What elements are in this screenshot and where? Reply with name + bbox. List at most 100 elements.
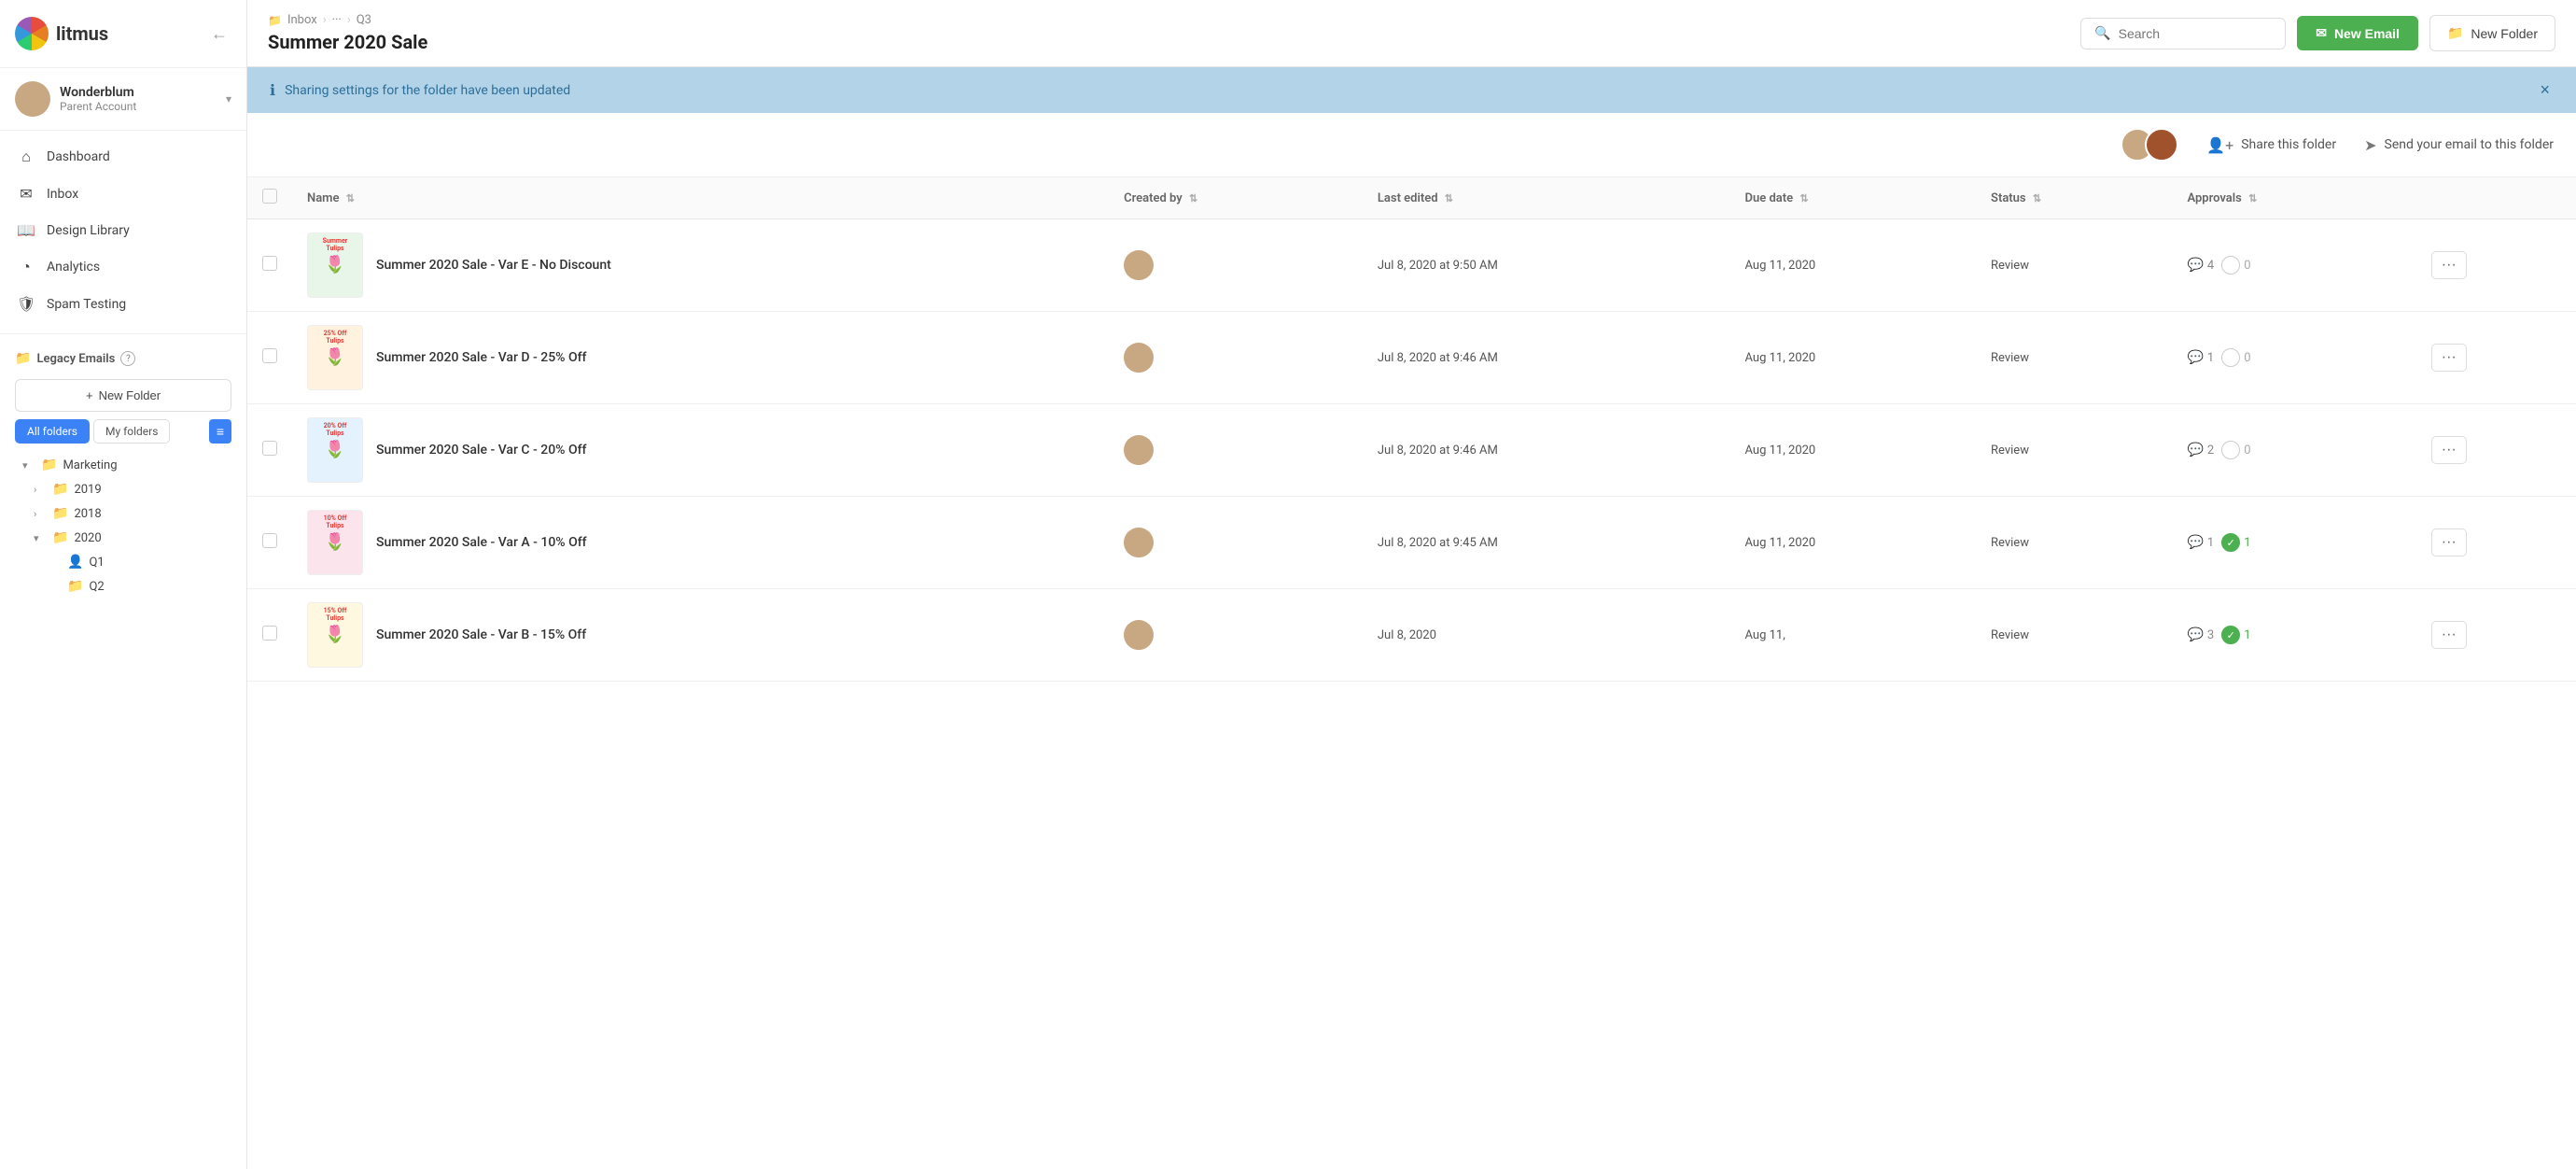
sidebar-item-design-library[interactable]: 📖 Design Library [0, 212, 246, 248]
row-name-cell: 10% Off Tulips 🌷 Summer 2020 Sale - Var … [292, 497, 1109, 589]
row-more-cell: ··· [2416, 589, 2576, 682]
row-checkbox-cell [247, 497, 292, 589]
all-folders-tab[interactable]: All folders [15, 419, 90, 444]
approve-button[interactable]: 0 [2221, 441, 2250, 459]
sidebar-item-dashboard[interactable]: ⌂ Dashboard [0, 138, 246, 176]
approve-button[interactable]: 0 [2221, 256, 2250, 275]
row-checkbox[interactable] [262, 626, 277, 641]
created-by-avatar [1124, 250, 1154, 280]
folder-label: Q1 [89, 556, 104, 570]
content-area: ℹ Sharing settings for the folder have b… [247, 67, 2576, 1169]
row-name-cell: 20% Off Tulips 🌷 Summer 2020 Sale - Var … [292, 404, 1109, 497]
email-name[interactable]: Summer 2020 Sale - Var D - 25% Off [376, 350, 586, 365]
notification-close-button[interactable]: × [2536, 80, 2554, 100]
folder-marketing[interactable]: ▾ 📁 Marketing [15, 453, 231, 477]
row-status-cell: Review [1976, 404, 2172, 497]
thumb-content: 10% Off Tulips 🌷 [308, 511, 362, 574]
header-approvals[interactable]: Approvals ⇅ [2172, 177, 2415, 219]
more-options-button[interactable]: ··· [2431, 528, 2467, 556]
approve-icon: ✓ [2221, 626, 2240, 644]
thumb-content: 15% Off Tulips 🌷 [308, 603, 362, 667]
email-thumbnail[interactable]: 15% Off Tulips 🌷 [307, 602, 363, 668]
email-name[interactable]: Summer 2020 Sale - Var B - 15% Off [376, 627, 586, 642]
row-checkbox[interactable] [262, 533, 277, 548]
comment-count: 💬 4 [2187, 258, 2214, 273]
folder-2018[interactable]: › 📁 2018 [15, 501, 231, 526]
sidebar-item-spam-testing[interactable]: 🛡 Spam Testing [0, 286, 246, 322]
sidebar-item-inbox[interactable]: ✉ Inbox [0, 176, 246, 212]
more-options-button[interactable]: ··· [2431, 344, 2467, 372]
row-checkbox[interactable] [262, 348, 277, 363]
sidebar-collapse-button[interactable]: ← [207, 21, 231, 48]
new-folder-sidebar-button[interactable]: + New Folder [15, 379, 231, 412]
row-status-cell: Review [1976, 497, 2172, 589]
share-folder-action[interactable]: 👤+ Share this folder [2206, 136, 2336, 154]
spam-testing-icon: 🛡 [17, 295, 35, 313]
table-row: 25% Off Tulips 🌷 Summer 2020 Sale - Var … [247, 312, 2576, 404]
header-actions: 🔍 ✉ New Email 📁 New Folder [2080, 15, 2555, 51]
sort-edited-icon: ⇅ [1445, 192, 1453, 204]
approve-button[interactable]: ✓ 1 [2221, 626, 2250, 644]
new-folder-header-button[interactable]: 📁 New Folder [2429, 15, 2555, 51]
folder-2020[interactable]: ▾ 📁 2020 [15, 526, 231, 550]
header-created-by[interactable]: Created by ⇅ [1109, 177, 1363, 219]
send-icon: ➤ [2364, 136, 2376, 154]
comment-icon: 💬 [2187, 443, 2203, 458]
breadcrumb-dots[interactable]: ··· [332, 13, 342, 27]
row-checkbox[interactable] [262, 441, 277, 456]
thumb-label: 25% Off Tulips [324, 326, 347, 345]
more-options-button[interactable]: ··· [2431, 251, 2467, 279]
comment-number: 4 [2207, 259, 2214, 273]
send-email-action[interactable]: ➤ Send your email to this folder [2364, 136, 2554, 154]
new-email-label: New Email [2334, 26, 2400, 41]
avatar-2 [2145, 128, 2178, 162]
breadcrumb-inbox[interactable]: Inbox [287, 13, 317, 27]
email-thumbnail[interactable]: 10% Off Tulips 🌷 [307, 510, 363, 575]
select-all-checkbox[interactable] [262, 189, 277, 204]
more-options-button[interactable]: ··· [2431, 621, 2467, 649]
folder-q1[interactable]: 👤 Q1 [15, 550, 231, 574]
expand-icon: ▾ [22, 459, 35, 472]
sidebar-item-analytics[interactable]: ◔ Analytics [0, 248, 246, 286]
thumb-label: 15% Off Tulips [324, 603, 347, 623]
approve-button[interactable]: ✓ 1 [2221, 533, 2250, 552]
notification-left: ℹ Sharing settings for the folder have b… [270, 81, 570, 99]
header-due-date[interactable]: Due date ⇅ [1730, 177, 1977, 219]
row-checkbox-cell [247, 312, 292, 404]
folder-label: 2019 [74, 483, 101, 497]
inbox-icon: ✉ [17, 185, 35, 203]
expand-icon: ▾ [34, 532, 47, 544]
shared-folder-icon: 👤 [67, 555, 83, 570]
header-name[interactable]: Name ⇅ [292, 177, 1109, 219]
help-icon[interactable]: ? [120, 351, 135, 366]
approve-icon [2221, 441, 2240, 459]
search-input[interactable] [2119, 26, 2273, 41]
row-checkbox[interactable] [262, 256, 277, 271]
row-last-edited-cell: Jul 8, 2020 at 9:45 AM [1363, 497, 1730, 589]
search-box[interactable]: 🔍 [2080, 18, 2286, 49]
email-thumbnail[interactable]: 20% Off Tulips 🌷 [307, 417, 363, 483]
my-folders-tab[interactable]: My folders [93, 419, 170, 444]
approve-button[interactable]: 0 [2221, 348, 2250, 367]
more-options-button[interactable]: ··· [2431, 436, 2467, 464]
email-thumbnail[interactable]: Summer Tulips 🌷 [307, 232, 363, 298]
list-view-button[interactable]: ≡ [209, 419, 231, 444]
email-thumbnail[interactable]: 25% Off Tulips 🌷 [307, 325, 363, 390]
row-more-cell: ··· [2416, 404, 2576, 497]
header-status[interactable]: Status ⇅ [1976, 177, 2172, 219]
breadcrumb-sep: › [323, 13, 327, 27]
email-name[interactable]: Summer 2020 Sale - Var E - No Discount [376, 258, 611, 273]
folder-2019[interactable]: › 📁 2019 [15, 477, 231, 501]
avatar [15, 81, 50, 117]
email-name[interactable]: Summer 2020 Sale - Var A - 10% Off [376, 535, 587, 550]
email-name[interactable]: Summer 2020 Sale - Var C - 20% Off [376, 443, 586, 458]
folder-q2[interactable]: 📁 Q2 [15, 574, 231, 599]
logo-text: litmus [56, 22, 108, 45]
breadcrumb-q3[interactable]: Q3 [357, 13, 371, 27]
header-last-edited[interactable]: Last edited ⇅ [1363, 177, 1730, 219]
new-email-button[interactable]: ✉ New Email [2297, 16, 2418, 50]
plus-icon: + [86, 388, 93, 402]
folder-label: 2020 [74, 531, 101, 545]
user-section[interactable]: Wonderblum Parent Account ▾ [0, 68, 246, 131]
approval-count: 0 [2244, 444, 2250, 458]
